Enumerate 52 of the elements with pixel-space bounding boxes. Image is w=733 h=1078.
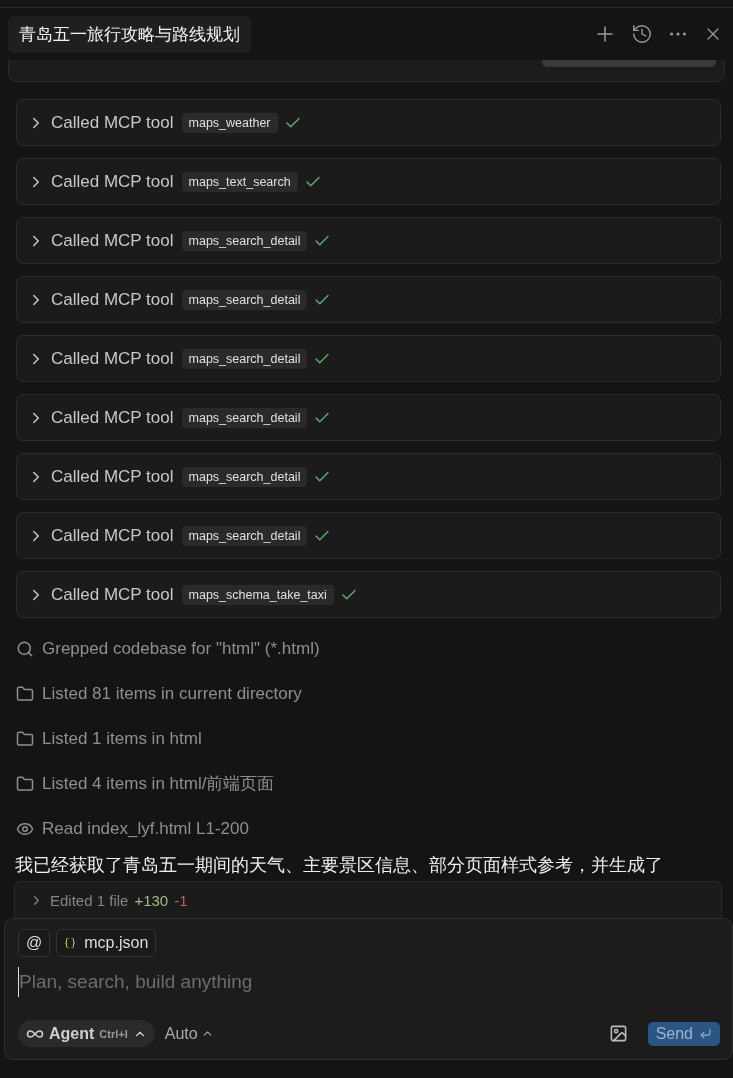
- folder-icon: [16, 684, 34, 703]
- edits-label: Edited 1 file: [50, 891, 129, 909]
- model-button[interactable]: Auto: [164, 1024, 214, 1043]
- tool-name: maps_search_detail: [181, 348, 308, 369]
- tool-call-row[interactable]: Called MCP tool maps_weather: [16, 99, 721, 146]
- edits-bar[interactable]: Edited 1 file +130 -1: [14, 881, 722, 918]
- braces-icon: [64, 937, 77, 949]
- tool-call-row[interactable]: Called MCP tool maps_text_search: [16, 158, 721, 205]
- context-file-chip[interactable]: mcp.json: [56, 929, 157, 957]
- tool-call-label: Called MCP tool: [51, 289, 174, 310]
- tool-name: maps_schema_take_taxi: [181, 584, 334, 605]
- image-icon[interactable]: [608, 1024, 628, 1043]
- folder-icon: [16, 729, 34, 748]
- activity-text: Listed 1 items in html: [42, 728, 202, 749]
- tool-call-label: Called MCP tool: [51, 466, 174, 487]
- tool-name: maps_text_search: [181, 171, 298, 192]
- history-icon[interactable]: [631, 23, 653, 45]
- tool-call-label: Called MCP tool: [51, 407, 174, 428]
- tool-call-label: Called MCP tool: [51, 230, 174, 251]
- search-icon: [16, 639, 34, 658]
- tool-call-row[interactable]: Called MCP tool maps_schema_take_taxi: [16, 571, 721, 618]
- tool-name: maps_search_detail: [181, 525, 308, 546]
- mention-button[interactable]: @: [18, 929, 51, 957]
- tool-call-label: Called MCP tool: [51, 525, 174, 546]
- tool-name: maps_search_detail: [181, 230, 308, 251]
- removed-count: -1: [174, 891, 188, 909]
- tool-name: maps_weather: [181, 112, 278, 133]
- activity-text: Grepped codebase for "html" (*.html): [42, 638, 320, 659]
- enter-icon: [699, 1027, 712, 1040]
- tool-call-label: Called MCP tool: [51, 584, 174, 605]
- tool-call-row[interactable]: Called MCP tool maps_search_detail: [16, 335, 721, 382]
- tool-name: maps_search_detail: [181, 289, 308, 310]
- tool-name: maps_search_detail: [181, 407, 308, 428]
- tool-call-row[interactable]: Called MCP tool maps_search_detail: [16, 394, 721, 441]
- tool-call-label: Called MCP tool: [51, 112, 174, 133]
- mode-button[interactable]: Agent Ctrl+I: [18, 1020, 155, 1047]
- tool-call-row[interactable]: Called MCP tool maps_search_detail: [16, 512, 721, 559]
- activity-text: Listed 81 items in current directory: [42, 683, 302, 704]
- tool-call-label: Called MCP tool: [51, 348, 174, 369]
- message-text: 我已经获取了青岛五一期间的天气、主要景区信息、部分页面样式参考，并生成了: [14, 854, 664, 877]
- activity-text: Read index_lyf.html L1-200: [42, 818, 249, 839]
- send-button[interactable]: Send: [647, 1021, 720, 1046]
- tool-call-row[interactable]: Called MCP tool maps_search_detail: [16, 217, 721, 264]
- chat-title[interactable]: 青岛五一旅行攻略与路线规划: [8, 15, 251, 53]
- added-count: +130: [134, 891, 169, 909]
- folder-icon: [16, 774, 34, 793]
- tool-call-row[interactable]: Called MCP tool maps_search_detail: [16, 276, 721, 323]
- prompt-input[interactable]: Plan, search, build anything: [18, 967, 720, 997]
- tool-call-row[interactable]: Called MCP tool maps_search_detail: [16, 453, 721, 500]
- tool-name: maps_search_detail: [181, 466, 308, 487]
- activity-text: Listed 4 items in html/前端页面: [42, 773, 275, 795]
- tool-call-label: Called MCP tool: [51, 171, 174, 192]
